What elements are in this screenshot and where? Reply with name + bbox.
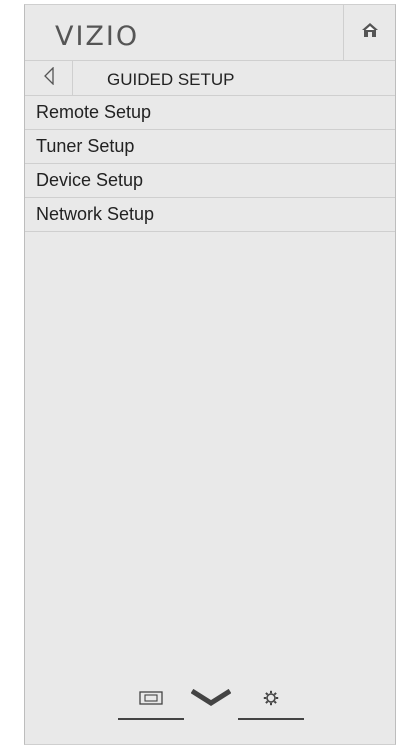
bottom-bar [25,680,395,720]
header: VIZIO [25,5,395,61]
page-title: GUIDED SETUP [107,70,235,89]
input-icon [139,690,163,710]
settings-underline [238,718,304,720]
menu-item-device-setup[interactable]: Device Setup [25,164,395,198]
home-icon [361,22,379,43]
settings-panel: VIZIO GUIDED SETUP Remote Setup Tuner Se… [24,4,396,745]
breadcrumb: GUIDED SETUP [25,61,395,96]
vizio-v-icon [190,688,232,712]
back-button[interactable] [25,61,73,95]
menu-list: Remote Setup Tuner Setup Device Setup Ne… [25,96,395,232]
settings-gear-icon [263,690,279,711]
back-arrow-icon [43,65,55,90]
menu-item-tuner-setup[interactable]: Tuner Setup [25,130,395,164]
settings-button[interactable] [238,680,304,720]
home-button[interactable] [343,5,395,60]
vizio-v-button[interactable] [187,680,235,720]
menu-item-network-setup[interactable]: Network Setup [25,198,395,232]
vizio-logo: VIZIO [55,21,140,52]
menu-item-remote-setup[interactable]: Remote Setup [25,96,395,130]
input-underline [118,718,184,720]
input-button[interactable] [118,680,184,720]
